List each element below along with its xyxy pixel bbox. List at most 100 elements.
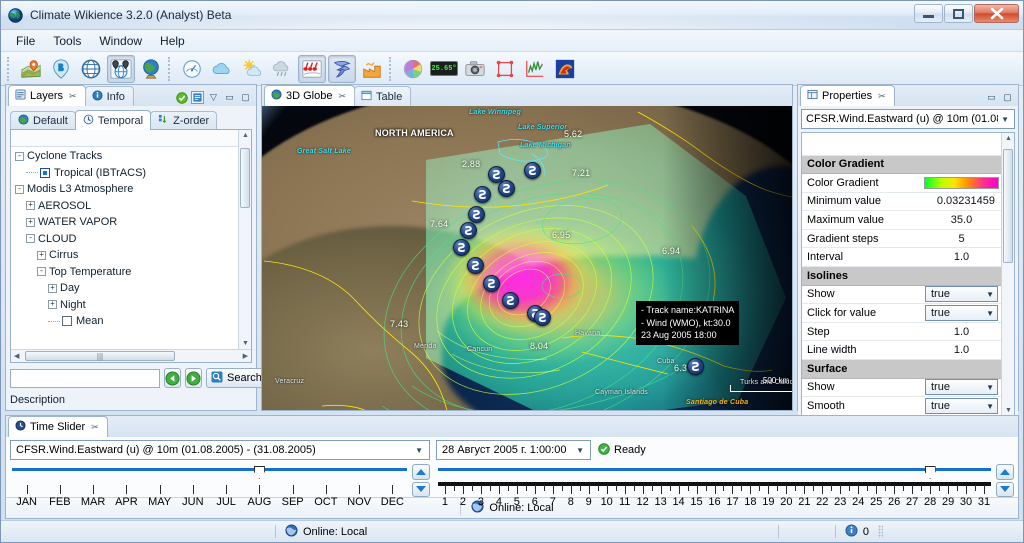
scroll-up-icon[interactable]: ▲: [241, 132, 250, 139]
maximize-button[interactable]: [944, 4, 973, 23]
search-button[interactable]: Search: [206, 368, 269, 388]
heatmap-icon[interactable]: [551, 55, 579, 83]
tab-info[interactable]: Info: [84, 86, 134, 106]
collapse-icon[interactable]: -: [15, 151, 24, 161]
maximize-icon[interactable]: ▢: [1001, 91, 1014, 104]
expand-icon[interactable]: +: [37, 250, 46, 260]
cyclone-track-marker[interactable]: S: [534, 309, 551, 326]
day-slider-track[interactable]: 1 2 3 4 5 6 7 8 9 10 11 12 13 14 15 16 17 18 19 20 21 22 23 24 2…: [436, 463, 993, 508]
properties-row[interactable]: Show true ▼: [802, 285, 1001, 305]
minimize-icon[interactable]: ▭: [223, 91, 236, 104]
tree-node[interactable]: + Day: [15, 280, 251, 297]
cyclone-track-marker[interactable]: S: [483, 275, 500, 292]
properties-row[interactable]: Click for value true ▼: [802, 303, 1001, 323]
close-icon[interactable]: ✂: [338, 91, 346, 102]
chevron-down-icon[interactable]: ▼: [986, 383, 994, 392]
globe-canvas[interactable]: NORTH AMERICA Great Salt Lake Lake Winnipe…: [262, 106, 792, 410]
subtab-default[interactable]: Default: [10, 111, 76, 130]
close-icon[interactable]: ✂: [69, 91, 77, 102]
close-button[interactable]: [974, 4, 1019, 23]
rain-cloud-icon[interactable]: [268, 55, 296, 83]
chevron-down-icon[interactable]: ▼: [986, 309, 994, 318]
property-value[interactable]: true ▼: [922, 303, 1001, 323]
subtab-temporal[interactable]: Temporal: [74, 110, 152, 130]
view-menu-icon[interactable]: ▽: [207, 91, 220, 104]
emissions-factory-icon[interactable]: [358, 55, 386, 83]
dataset-selector[interactable]: CFSR.Wind.Eastward (u) @ 10m (01.08 ▼: [801, 109, 1015, 129]
properties-row[interactable]: Maximum value 35.0: [802, 210, 1001, 230]
expand-icon[interactable]: +: [48, 300, 57, 310]
map-layers-icon[interactable]: [17, 55, 45, 83]
month-slider-track[interactable]: JAN FEB MAR APR MAY JUN JUL AUG SEP OCT NOV DEC: [10, 463, 409, 508]
collapse-icon[interactable]: -: [37, 267, 46, 277]
properties-row[interactable]: Smooth true ▼: [802, 396, 1001, 416]
close-icon[interactable]: ✂: [91, 422, 99, 433]
toolbar-grip-2[interactable]: [168, 56, 172, 81]
scroll-down-icon[interactable]: ▼: [241, 340, 250, 347]
tree-node[interactable]: Tropical (IBTrACS): [15, 165, 251, 182]
plot-chart-icon[interactable]: [521, 55, 549, 83]
collapse-icon[interactable]: -: [15, 184, 24, 194]
tab-properties[interactable]: Properties ✂: [800, 85, 895, 106]
tree-vertical-scrollbar[interactable]: ▲ ▼: [238, 130, 251, 349]
cyclone-track-marker[interactable]: S: [524, 162, 541, 179]
properties-row[interactable]: Minimum value 0.03231459: [802, 192, 1001, 212]
properties-row[interactable]: Show true ▼: [802, 378, 1001, 398]
temperature-readout-icon[interactable]: 25.65°: [429, 55, 459, 83]
tab-table[interactable]: Table: [354, 86, 412, 106]
chevron-down-icon[interactable]: ▼: [411, 446, 427, 455]
day-slider-handle[interactable]: [924, 466, 936, 479]
property-value[interactable]: true ▼: [922, 378, 1001, 398]
properties-row[interactable]: Step 1.0: [802, 322, 1001, 342]
forward-arrow-icon[interactable]: [185, 368, 202, 388]
tree-hscroll-thumb[interactable]: |||: [25, 351, 175, 361]
properties-row[interactable]: Gradient steps 5: [802, 229, 1001, 249]
chevron-down-icon[interactable]: ▼: [986, 290, 994, 299]
earth-globe-icon[interactable]: [137, 55, 165, 83]
layers-tree[interactable]: - Cyclone Tracks Tropical (IBTrACS) - Modis …: [11, 147, 251, 349]
property-combo[interactable]: true ▼: [925, 379, 998, 396]
tab-3d-globe[interactable]: 3D Globe ✂: [264, 85, 356, 106]
gauge-icon[interactable]: [178, 55, 206, 83]
cyclone-icon[interactable]: [328, 54, 356, 83]
list-icon[interactable]: [191, 91, 204, 104]
toolbar-grip[interactable]: [7, 56, 11, 81]
tree-node[interactable]: + AEROSOL: [15, 198, 251, 215]
chevron-down-icon[interactable]: ▼: [998, 115, 1012, 124]
minimize-button[interactable]: [914, 4, 943, 23]
scroll-left-icon[interactable]: ◀: [14, 352, 19, 360]
property-value[interactable]: true ▼: [922, 285, 1001, 305]
color-gradient-swatch[interactable]: [924, 176, 999, 189]
tree-node[interactable]: - Cyclone Tracks: [15, 148, 251, 165]
select-region-icon[interactable]: [491, 55, 519, 83]
properties-vscroll-thumb[interactable]: [1003, 149, 1013, 263]
cyclone-track-marker[interactable]: S: [460, 222, 477, 239]
tree-node[interactable]: - Top Temperature: [15, 264, 251, 281]
expand-icon[interactable]: +: [48, 283, 57, 293]
cyclone-track-marker[interactable]: S: [453, 239, 470, 256]
properties-row[interactable]: Line width 1.0: [802, 340, 1001, 361]
layer-checkbox[interactable]: [62, 316, 72, 327]
current-date-selector[interactable]: 28 Август 2005 г. 1:00:00 ▼: [436, 440, 591, 460]
minimize-icon[interactable]: ▭: [985, 91, 998, 104]
properties-row[interactable]: Interval 1.0: [802, 247, 1001, 268]
validate-icon[interactable]: [175, 91, 188, 104]
timeslider-dataset-selector[interactable]: CFSR.Wind.Eastward (u) @ 10m (01.08.2005…: [10, 440, 430, 460]
statusbar-info[interactable]: 0: [836, 521, 878, 542]
cloud-icon[interactable]: [208, 55, 236, 83]
scroll-down-icon[interactable]: ▼: [1004, 407, 1013, 414]
properties-table[interactable]: Color Gradient Color Gradient Minimum valu…: [802, 133, 1001, 416]
back-arrow-icon[interactable]: [164, 368, 181, 388]
tab-time-slider[interactable]: Time Slider ✂: [8, 416, 108, 437]
month-spin-up-button[interactable]: [412, 464, 430, 480]
expand-icon[interactable]: +: [26, 217, 35, 227]
statusbar-grip[interactable]: [878, 525, 883, 538]
day-spin-up-button[interactable]: [996, 464, 1014, 480]
chevron-down-icon[interactable]: ▼: [986, 402, 994, 411]
property-combo[interactable]: true ▼: [925, 305, 998, 322]
menu-file[interactable]: File: [7, 32, 44, 50]
bing-maps-icon[interactable]: [47, 55, 75, 83]
tree-node[interactable]: - Modis L3 Atmosphere: [15, 181, 251, 198]
month-slider-handle[interactable]: [253, 466, 265, 479]
expand-icon[interactable]: +: [26, 201, 35, 211]
